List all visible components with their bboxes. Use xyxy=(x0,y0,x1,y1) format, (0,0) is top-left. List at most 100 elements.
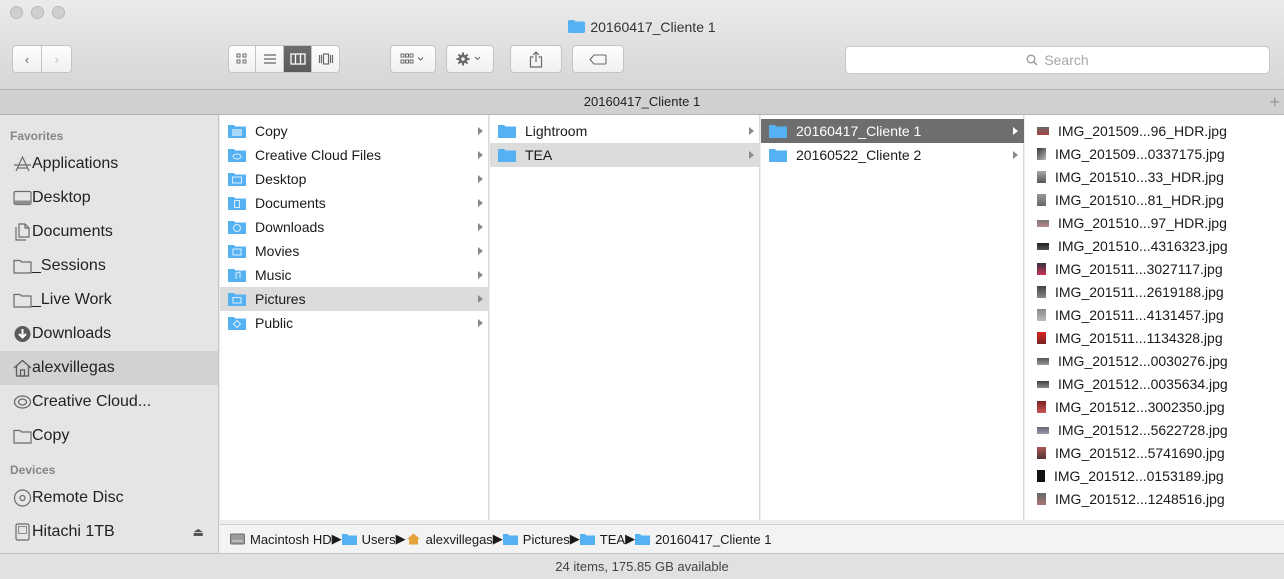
file-row[interactable]: IMG_201511...2619188.jpg xyxy=(1025,280,1224,304)
share-button[interactable] xyxy=(510,45,562,73)
sidebar-item-downloads[interactable]: Downloads xyxy=(0,317,218,351)
list-item-downloads[interactable]: Downloads xyxy=(220,215,489,239)
back-button[interactable]: ‹ xyxy=(12,45,42,73)
list-item-label: Pictures xyxy=(255,291,306,307)
icon-view-button[interactable] xyxy=(228,45,256,73)
sidebar-item-label: Remote Disc xyxy=(32,489,124,506)
list-view-button[interactable] xyxy=(256,45,284,73)
file-row[interactable]: IMG_201512...3002350.jpg xyxy=(1025,395,1225,419)
file-row[interactable]: IMG_201510...4316323.jpg xyxy=(1025,234,1228,258)
list-item-music[interactable]: Music xyxy=(220,263,489,287)
sidebar-item-hitachi[interactable]: Hitachi 1TB ⏏ xyxy=(0,515,218,549)
list-item-label: Movies xyxy=(255,243,300,259)
file-row[interactable]: IMG_201509...0337175.jpg xyxy=(1025,142,1225,166)
folder-icon xyxy=(228,221,246,234)
add-tab-button[interactable]: + xyxy=(1269,90,1280,114)
folder-icon xyxy=(228,197,246,210)
forward-button[interactable]: › xyxy=(42,45,72,73)
search-placeholder: Search xyxy=(1044,52,1089,68)
list-item-lightroom[interactable]: Lightroom xyxy=(490,119,760,143)
sidebar-item-label: Copy xyxy=(32,427,70,444)
path-separator-icon: ▶ xyxy=(492,531,503,546)
file-row[interactable]: IMG_201511...3027117.jpg xyxy=(1025,257,1223,281)
sidebar-item-documents[interactable]: Documents xyxy=(0,215,218,249)
file-row[interactable]: IMG_201510...97_HDR.jpg xyxy=(1025,211,1227,235)
folder-icon xyxy=(341,534,357,545)
file-row[interactable]: IMG_201510...33_HDR.jpg xyxy=(1025,165,1224,189)
sidebar-item-copy[interactable]: Copy xyxy=(0,419,218,453)
list-item-copy[interactable]: Copy xyxy=(220,119,489,143)
list-view-icon xyxy=(263,54,276,64)
list-item-pictures[interactable]: Pictures xyxy=(220,287,489,311)
sidebar-item-sessions[interactable]: _Sessions xyxy=(0,249,218,283)
list-item-desktop[interactable]: Desktop xyxy=(220,167,489,191)
browser-column-pictures: Lightroom TEA xyxy=(490,115,760,520)
file-row[interactable]: IMG_201511...1134328.jpg xyxy=(1025,326,1223,350)
image-thumbnail-icon xyxy=(1037,401,1046,413)
chevron-right-icon xyxy=(478,271,483,279)
chevron-right-icon xyxy=(749,151,754,159)
path-segment-tea[interactable]: TEA xyxy=(579,531,626,547)
file-row[interactable]: IMG_201512...5622728.jpg xyxy=(1025,418,1228,442)
path-segment-label: TEA xyxy=(599,531,626,547)
file-row[interactable]: IMG_201511...4131457.jpg xyxy=(1025,303,1224,327)
list-item-label: Music xyxy=(255,267,292,283)
list-item-tea[interactable]: TEA xyxy=(490,143,760,167)
sidebar-item-remote-disc[interactable]: Remote Disc xyxy=(0,481,218,515)
sidebar-item-label: Downloads xyxy=(32,325,112,342)
path-segment-home[interactable]: alexvillegas xyxy=(406,532,493,547)
path-separator-icon: ▶ xyxy=(331,531,342,546)
creative-cloud-icon xyxy=(13,395,32,409)
list-item-public[interactable]: Public xyxy=(220,311,489,335)
file-row[interactable]: IMG_201509...96_HDR.jpg xyxy=(1025,119,1227,143)
file-row[interactable]: IMG_201512...0030276.jpg xyxy=(1025,349,1228,373)
eject-icon[interactable]: ⏏ xyxy=(193,525,204,539)
list-item-creative-cloud-files[interactable]: Creative Cloud Files xyxy=(220,143,489,167)
file-row[interactable]: IMG_201510...81_HDR.jpg xyxy=(1025,188,1224,212)
list-item-label: Copy xyxy=(255,123,288,139)
sidebar: Favorites Applications Desktop Documents… xyxy=(0,115,219,579)
browser-column-files: IMG_201509...96_HDR.jpg IMG_201509...033… xyxy=(1025,115,1284,520)
window-controls xyxy=(10,6,65,19)
path-segment-users[interactable]: Users xyxy=(341,532,396,547)
navigation-buttons: ‹ › xyxy=(12,45,72,73)
coverflow-view-button[interactable] xyxy=(312,45,340,73)
zoom-window-button[interactable] xyxy=(52,6,65,19)
search-field[interactable]: Search xyxy=(845,46,1270,74)
sidebar-item-creative-cloud[interactable]: Creative Cloud... xyxy=(0,385,218,419)
path-segment-macintosh-hd[interactable]: Macintosh HD xyxy=(230,532,332,547)
path-segment-label: 20160417_Cliente 1 xyxy=(655,531,772,547)
image-thumbnail-icon xyxy=(1037,171,1046,183)
list-item-cliente-2[interactable]: 20160522_Cliente 2 xyxy=(761,143,1024,167)
sidebar-item-label: Hitachi 1TB xyxy=(32,523,115,540)
image-thumbnail-icon xyxy=(1037,242,1049,250)
file-name: IMG_201509...0337175.jpg xyxy=(1055,146,1225,162)
image-thumbnail-icon xyxy=(1037,332,1046,344)
file-row[interactable]: IMG_201512...5741690.jpg xyxy=(1025,441,1225,465)
action-button[interactable] xyxy=(446,45,494,73)
sidebar-item-desktop[interactable]: Desktop xyxy=(0,181,218,215)
tag-button[interactable] xyxy=(572,45,624,73)
file-row[interactable]: IMG_201512...0035634.jpg xyxy=(1025,372,1228,396)
sidebar-item-label: Documents xyxy=(32,223,113,240)
list-item-movies[interactable]: Movies xyxy=(220,239,489,263)
file-row[interactable]: IMG_201512...0153189.jpg xyxy=(1025,464,1224,488)
image-thumbnail-icon xyxy=(1037,447,1046,459)
sidebar-item-home[interactable]: alexvillegas xyxy=(0,351,218,385)
list-item-cliente-1[interactable]: 20160417_Cliente 1 xyxy=(761,119,1024,143)
list-item-label: TEA xyxy=(525,147,553,163)
sidebar-item-live-work[interactable]: _Live Work xyxy=(0,283,218,317)
minimize-window-button[interactable] xyxy=(31,6,44,19)
close-window-button[interactable] xyxy=(10,6,23,19)
file-name: IMG_201511...2619188.jpg xyxy=(1055,284,1224,300)
arrange-button[interactable] xyxy=(390,45,436,73)
file-name: IMG_201510...4316323.jpg xyxy=(1058,238,1228,254)
path-segment-pictures[interactable]: Pictures xyxy=(502,532,570,547)
path-segment-cliente-1[interactable]: 20160417_Cliente 1 xyxy=(635,532,771,547)
sidebar-item-applications[interactable]: Applications xyxy=(0,147,218,181)
list-item-documents[interactable]: Documents xyxy=(220,191,489,215)
column-view-button[interactable] xyxy=(284,45,312,73)
tab-title[interactable]: 20160417_Cliente 1 xyxy=(584,94,700,109)
file-row[interactable]: IMG_201512...1248516.jpg xyxy=(1025,487,1225,511)
home-icon xyxy=(406,533,420,545)
